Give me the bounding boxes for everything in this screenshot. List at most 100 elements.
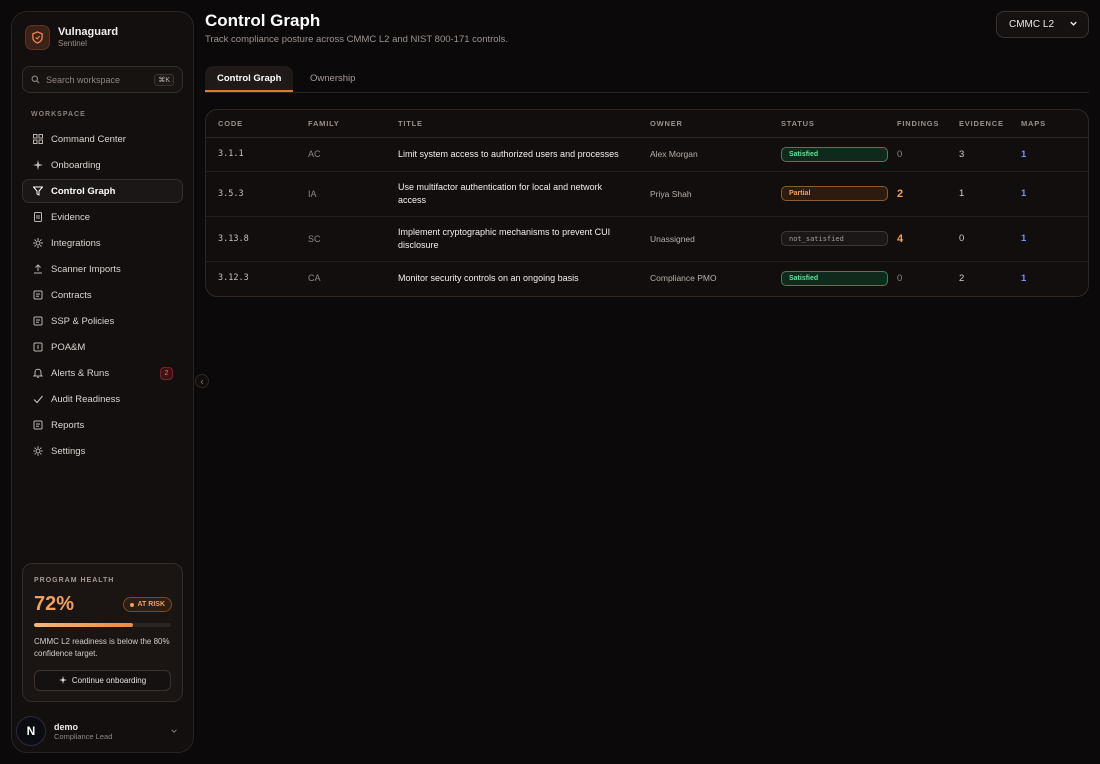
search-icon [31, 71, 40, 89]
status-badge: Satisfied [781, 270, 888, 286]
sidebar-item-control-graph[interactable]: Control Graph [22, 179, 183, 203]
status-cell: not_satisfied [769, 216, 888, 262]
tab-control-graph[interactable]: Control Graph [205, 66, 294, 92]
shield-logo-icon [25, 25, 50, 50]
column-header-title[interactable]: TITLE [386, 110, 638, 138]
control-code: 3.12.3 [218, 273, 249, 284]
search-shortcut: ⌘K [154, 73, 174, 86]
column-header-owner[interactable]: OWNER [638, 110, 769, 138]
at-risk-label: AT RISK [137, 601, 165, 608]
sidebar-item-label: Onboarding [51, 159, 101, 171]
column-header-code[interactable]: CODE [206, 110, 296, 138]
sidebar-item-label: Reports [51, 419, 85, 431]
user-menu[interactable]: N demo Compliance Lead [16, 712, 188, 747]
sidebar-item-settings[interactable]: Settings [22, 439, 183, 463]
framework-select[interactable]: CMMC L2 [996, 11, 1089, 38]
control-title[interactable]: Monitor security controls on an ongoing … [386, 261, 638, 295]
brand-name: Vulnaguard [58, 26, 119, 38]
status-badge: Satisfied [781, 146, 888, 162]
sidebar-item-command-center[interactable]: Command Center [22, 127, 183, 151]
evidence-count: 1 [947, 171, 1009, 217]
sidebar-item-scanner-imports[interactable]: Scanner Imports [22, 257, 183, 281]
health-note: CMMC L2 readiness is below the 80% confi… [34, 637, 170, 658]
sidebar-item-evidence[interactable]: Evidence [22, 205, 183, 229]
control-owner: Unassigned [638, 216, 769, 262]
control-code: 3.5.3 [206, 171, 296, 217]
sidebar-nav: Command Center Onboarding Control Graph … [22, 127, 183, 465]
table-row[interactable]: 3.5.3 IA Use multifactor authentication … [206, 171, 1088, 217]
status-cell: Partial [769, 171, 888, 217]
column-header-maps[interactable]: MAPS [1009, 110, 1088, 138]
maps-link[interactable]: 1 [1009, 171, 1088, 217]
control-title[interactable]: Use multifactor authentication for local… [386, 171, 638, 217]
sidebar-item-contracts[interactable]: Contracts [22, 283, 183, 307]
sidebar-item-ssp-policies[interactable]: SSP & Policies [22, 309, 183, 333]
control-code: 3.1.1 [206, 137, 296, 172]
tab-ownership[interactable]: Ownership [298, 66, 367, 91]
table-row[interactable]: 3.12.3 CA Monitor security controls on a… [206, 261, 1088, 295]
sidebar-item-label: Contracts [51, 289, 92, 301]
control-family: IA [296, 171, 386, 217]
user-name: demo [54, 721, 79, 732]
continue-onboarding-button[interactable]: Continue onboarding [34, 670, 171, 691]
sidebar-item-label: Alerts & Runs [51, 367, 110, 379]
document-icon [32, 212, 43, 223]
control-title[interactable]: Implement cryptographic mechanisms to pr… [386, 216, 638, 262]
control-title[interactable]: Limit system access to authorized users … [386, 137, 638, 172]
sidebar-item-label: Command Center [51, 133, 126, 145]
page-title: Control Graph [205, 11, 321, 30]
sidebar-item-label: Integrations [51, 237, 101, 249]
control-family: AC [296, 137, 386, 172]
search-placeholder: Search workspace [46, 74, 121, 85]
maps-link[interactable]: 1 [1009, 261, 1088, 295]
sidebar-item-label: Evidence [51, 211, 91, 223]
sidebar-item-alerts-runs[interactable]: Alerts & Runs 2 [22, 361, 183, 385]
chevron-left-icon [199, 372, 205, 390]
file-icon [32, 290, 43, 301]
brand[interactable]: Vulnaguard Sentinel [25, 25, 118, 50]
table-row[interactable]: 3.1.1 AC Limit system access to authoriz… [206, 137, 1088, 172]
control-owner: Alex Morgan [638, 137, 769, 172]
file-icon [32, 316, 43, 327]
framework-select-value: CMMC L2 [1009, 19, 1055, 30]
sidebar-item-reports[interactable]: Reports [22, 413, 183, 437]
column-header-findings[interactable]: FINDINGS [885, 110, 947, 138]
collapse-sidebar-button[interactable] [195, 374, 209, 388]
health-progress-fill [34, 623, 133, 627]
sidebar-item-label: Audit Readiness [51, 393, 121, 405]
column-header-family[interactable]: FAMILY [296, 110, 386, 138]
user-role: Compliance Lead [54, 731, 113, 741]
continue-onboarding-label: Continue onboarding [71, 676, 147, 685]
program-health-value: 72% [34, 593, 75, 615]
avatar-letter: N [26, 724, 36, 738]
upload-icon [32, 264, 43, 275]
check-icon [32, 394, 43, 405]
sidebar-item-label: SSP & Policies [51, 315, 115, 327]
sparkle-icon [32, 160, 43, 171]
tab-bar: Control Graph Ownership [205, 66, 1089, 93]
maps-link[interactable]: 1 [1009, 216, 1088, 262]
file-icon [32, 420, 43, 431]
column-header-status[interactable]: STATUS [769, 110, 885, 138]
evidence-count: 0 [947, 216, 1009, 262]
control-owner: Priya Shah [638, 171, 769, 217]
status-cell: Satisfied [769, 137, 888, 172]
control-code: 3.13.8 [206, 216, 296, 262]
chevron-down-icon [170, 722, 178, 740]
sidebar-item-audit-readiness[interactable]: Audit Readiness [22, 387, 183, 411]
sidebar-item-poam[interactable]: POA&M [22, 335, 183, 359]
findings-count: 2 [885, 171, 947, 217]
alerts-count-badge: 2 [160, 367, 173, 380]
column-header-evidence[interactable]: EVIDENCE [947, 110, 1009, 138]
status-badge: not_satisfied [781, 231, 888, 246]
table-row[interactable]: 3.13.8 SC Implement cryptographic mechan… [206, 216, 1088, 262]
control-family: CA [308, 273, 321, 284]
search-input[interactable]: Search workspace ⌘K [22, 66, 183, 93]
maps-link[interactable]: 1 [1009, 137, 1088, 172]
sidebar-item-onboarding[interactable]: Onboarding [22, 153, 183, 177]
status-badge: Partial [781, 186, 888, 201]
status-cell: Satisfied [769, 261, 888, 295]
findings-count: 0 [885, 137, 947, 172]
sidebar-item-integrations[interactable]: Integrations [22, 231, 183, 255]
chevron-down-icon [1069, 19, 1078, 31]
